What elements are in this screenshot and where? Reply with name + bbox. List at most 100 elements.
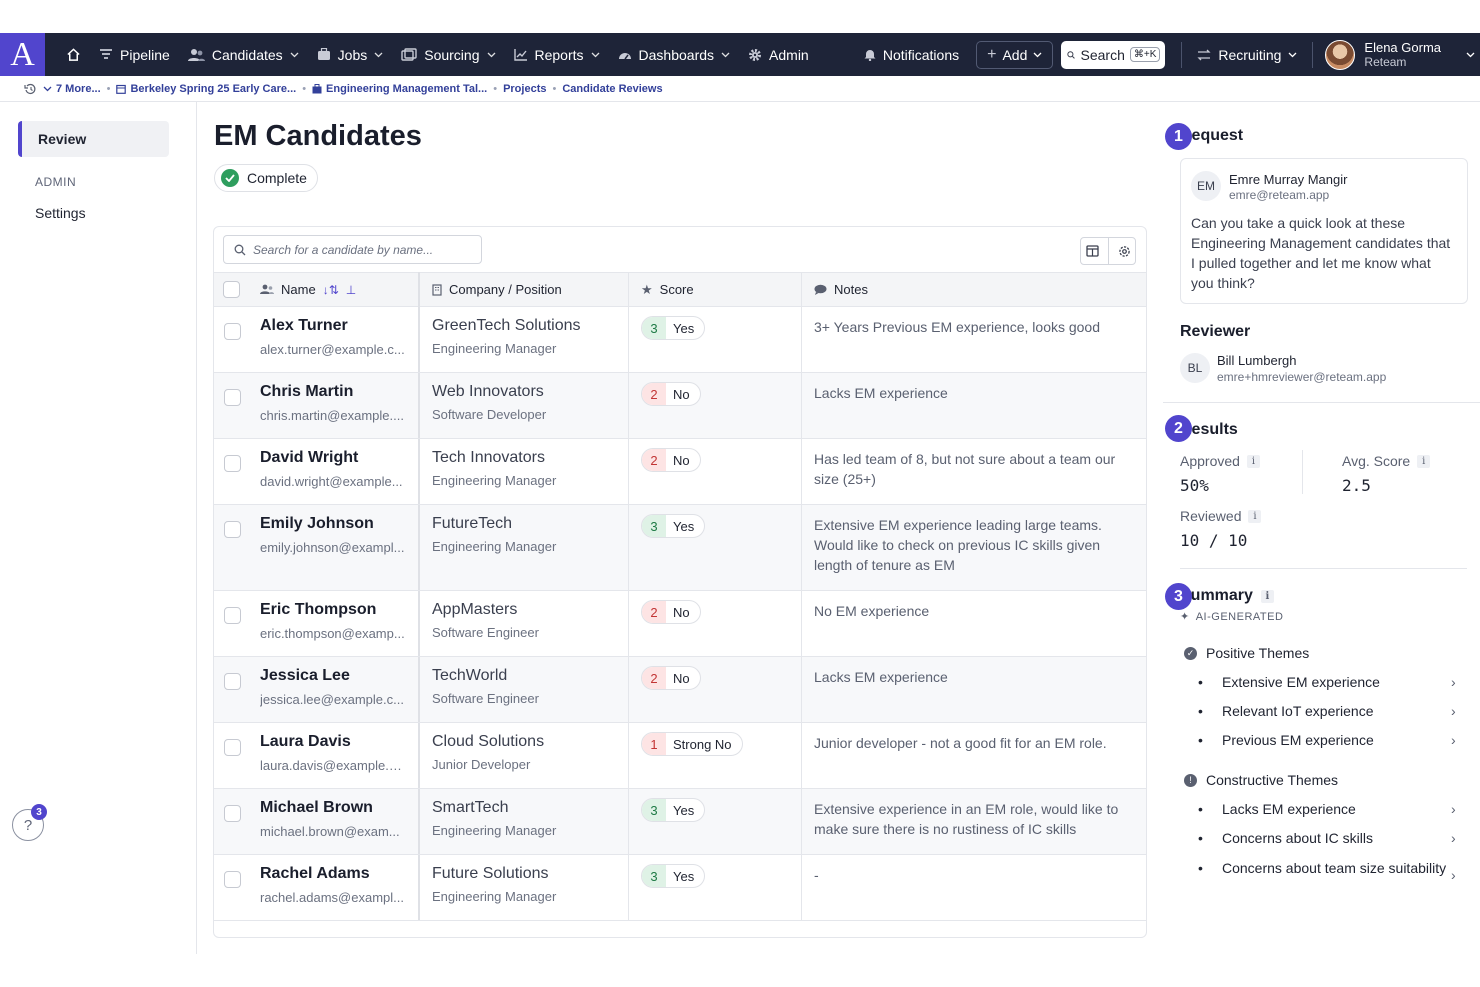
info-icon[interactable]: i <box>1246 454 1260 468</box>
breadcrumb-item-event[interactable]: Berkeley Spring 25 Early Care... <box>116 83 296 95</box>
nav-dashboards[interactable]: Dashboards <box>609 33 740 76</box>
sort-icon[interactable]: ↓⇅ <box>323 283 339 297</box>
table-row[interactable]: Laura Davis laura.davis@example.c... Clo… <box>214 723 1146 789</box>
chevron-right-icon: › <box>1451 674 1456 690</box>
constructive-theme-item[interactable]: • Lacks EM experience › <box>1198 801 1463 817</box>
score-pill[interactable]: 2 No <box>641 382 701 406</box>
table-row[interactable]: David Wright david.wright@example... Tec… <box>214 439 1146 505</box>
positive-theme-item[interactable]: • Previous EM experience › <box>1198 732 1463 748</box>
row-checkbox[interactable] <box>224 607 241 624</box>
constructive-theme-item[interactable]: • Concerns about team size suitability › <box>1198 860 1463 883</box>
row-checkbox[interactable] <box>224 805 241 822</box>
table-row[interactable]: Chris Martin chris.martin@example.... We… <box>214 373 1146 439</box>
add-label: Add <box>1002 46 1028 63</box>
table-row[interactable]: Michael Brown michael.brown@exam... Smar… <box>214 789 1146 855</box>
row-checkbox[interactable] <box>224 871 241 888</box>
history-icon[interactable] <box>24 83 37 95</box>
app-logo[interactable]: A <box>0 33 45 76</box>
row-checkbox[interactable] <box>224 323 241 340</box>
nav-candidates[interactable]: Candidates <box>179 33 308 76</box>
reviewer-name: Bill Lumbergh <box>1217 353 1297 368</box>
row-checkbox[interactable] <box>224 455 241 472</box>
column-header-company[interactable]: Company / Position <box>420 272 629 307</box>
candidate-name[interactable]: Chris Martin <box>260 383 406 401</box>
table-row[interactable]: Emily Johnson emily.johnson@exampl... Fu… <box>214 505 1146 591</box>
divider <box>1302 450 1303 494</box>
candidate-name[interactable]: Michael Brown <box>260 799 406 817</box>
candidate-name[interactable]: Rachel Adams <box>260 865 406 883</box>
global-search-button[interactable]: Search ⌘+K <box>1061 40 1166 69</box>
table-row[interactable]: Eric Thompson eric.thompson@examp... App… <box>214 591 1146 657</box>
score-pill[interactable]: 1 Strong No <box>641 732 743 756</box>
add-button[interactable]: + Add <box>976 40 1054 69</box>
candidate-name[interactable]: Eric Thompson <box>260 601 406 619</box>
select-all-checkbox[interactable] <box>223 281 240 298</box>
score-pill[interactable]: 2 No <box>641 448 701 472</box>
breadcrumb-label: Berkeley Spring 25 Early Care... <box>130 82 297 95</box>
divider <box>1180 568 1467 569</box>
status-badge[interactable]: Complete <box>214 164 318 192</box>
candidate-search-input[interactable]: Search for a candidate by name... <box>223 235 482 264</box>
candidate-name[interactable]: Alex Turner <box>260 317 406 335</box>
bullet: • <box>1198 674 1203 690</box>
gear-icon <box>749 48 762 61</box>
bullet: • <box>1198 830 1203 846</box>
row-checkbox[interactable] <box>224 673 241 690</box>
info-icon[interactable]: i <box>1248 509 1262 523</box>
score-pill[interactable]: 3 Yes <box>641 514 706 538</box>
score-pill[interactable]: 2 No <box>641 600 701 624</box>
nav-pipeline[interactable]: Pipeline <box>90 33 179 76</box>
table-row[interactable]: Alex Turner alex.turner@example.c... Gre… <box>214 307 1146 373</box>
column-header-notes[interactable]: Notes <box>802 272 1146 307</box>
score-cell: 3 Yes <box>629 855 802 920</box>
settings-icon[interactable] <box>1118 245 1131 258</box>
score-pill[interactable]: 3 Yes <box>641 798 706 822</box>
candidate-name[interactable]: Jessica Lee <box>260 667 406 685</box>
home-button[interactable] <box>57 33 90 76</box>
positive-theme-item[interactable]: • Extensive EM experience › <box>1198 674 1463 690</box>
sidebar-item-review[interactable]: Review <box>18 121 169 157</box>
company-name: AppMasters <box>432 601 518 618</box>
row-select-cell <box>214 789 250 854</box>
nav-admin[interactable]: Admin <box>739 33 818 76</box>
breadcrumb-item-reviews[interactable]: Candidate Reviews <box>562 83 662 95</box>
candidate-name[interactable]: Laura Davis <box>260 733 406 751</box>
filter-icon <box>100 48 112 59</box>
table-row[interactable]: Jessica Lee jessica.lee@example.c... Tec… <box>214 657 1146 723</box>
avg-score-value: 2.5 <box>1342 476 1371 495</box>
nav-sourcing[interactable]: Sourcing <box>392 33 504 76</box>
score-cell: 1 Strong No <box>629 723 802 788</box>
theme-label: Concerns about team size suitability <box>1222 860 1447 876</box>
score-pill[interactable]: 2 No <box>641 666 701 690</box>
nav-jobs[interactable]: Jobs <box>308 33 393 76</box>
score-pill[interactable]: 3 Yes <box>641 316 706 340</box>
user-menu[interactable]: Elena Gorma Reteam <box>1325 39 1480 70</box>
recruiting-switcher[interactable]: Recruiting <box>1188 33 1306 76</box>
info-icon[interactable]: i <box>1417 454 1431 468</box>
columns-icon[interactable] <box>1085 245 1099 257</box>
constructive-theme-item[interactable]: • Concerns about IC skills › <box>1198 830 1463 846</box>
row-checkbox[interactable] <box>224 389 241 406</box>
column-header-score[interactable]: ★ Score <box>629 272 802 307</box>
positive-theme-item[interactable]: • Relevant IoT experience › <box>1198 703 1463 719</box>
table-row[interactable]: Rachel Adams rachel.adams@exampl... Futu… <box>214 855 1146 921</box>
position-title: Junior Developer <box>432 757 531 772</box>
info-icon[interactable]: i <box>1260 589 1274 603</box>
row-checkbox[interactable] <box>224 739 241 756</box>
nav-reports[interactable]: Reports <box>505 33 609 76</box>
score-pill[interactable]: 3 Yes <box>641 864 706 888</box>
breadcrumb-item-talent[interactable]: Engineering Management Tal... <box>312 83 487 95</box>
breadcrumb-more[interactable]: 7 More... <box>43 83 101 95</box>
pin-icon[interactable]: ⊥ <box>346 283 356 297</box>
row-checkbox[interactable] <box>224 521 241 538</box>
candidate-name[interactable]: Emily Johnson <box>260 515 406 533</box>
notifications-button[interactable]: Notifications <box>855 33 968 76</box>
score-cell: 3 Yes <box>629 789 802 854</box>
sidebar-item-settings[interactable]: Settings <box>35 205 86 221</box>
column-header-name[interactable]: Name ↓⇅ ⊥ <box>250 272 420 307</box>
theme-label: Relevant IoT experience <box>1222 703 1374 719</box>
breadcrumb-item-projects[interactable]: Projects <box>503 83 546 95</box>
score-verdict: No <box>673 670 690 686</box>
company-name: SmartTech <box>432 799 509 816</box>
candidate-name[interactable]: David Wright <box>260 449 406 467</box>
